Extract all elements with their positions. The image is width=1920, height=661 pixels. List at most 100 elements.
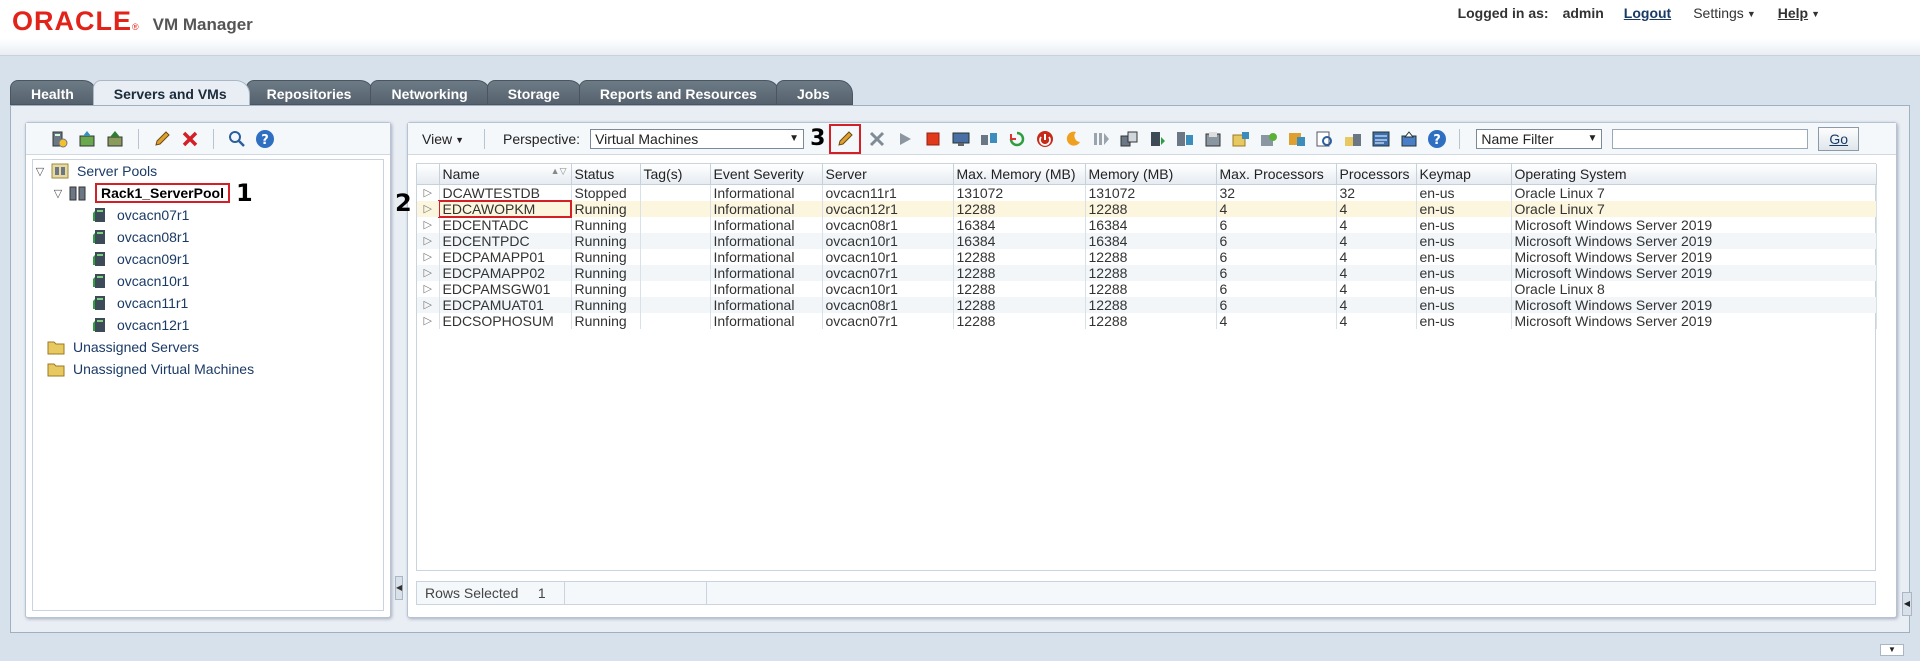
move-icon[interactable] (1145, 127, 1169, 151)
chevron-down-icon[interactable]: ▼ (1880, 644, 1904, 656)
send-message-icon[interactable] (1397, 127, 1421, 151)
create-server-pool-icon[interactable] (76, 128, 98, 150)
column-header-tags[interactable]: Tag(s) (640, 164, 711, 185)
collapse-toggle-icon[interactable]: ▽ (51, 187, 65, 200)
tab-jobs[interactable]: Jobs (775, 80, 853, 105)
tab-repositories[interactable]: Repositories (245, 80, 375, 105)
table-row[interactable]: ▷ EDCPAMAPP02 Running Informational ovcacn07… (417, 264, 1877, 281)
table-row[interactable]: ▷ EDCENTADC Running Informational ovcacn08r1… (417, 216, 1877, 233)
app-header: ORACLE ® VM Manager Logged in as: admin … (0, 0, 1920, 56)
table-row[interactable]: ▷ EDCPAMUAT01 Running Informational ovcacn08… (417, 296, 1877, 313)
search-icon[interactable] (226, 128, 248, 150)
main-tabs: Health Servers and VMs Repositories Netw… (10, 80, 853, 105)
settings-menu[interactable]: Settings ▼ (1693, 5, 1756, 21)
table-cell: Oracle Linux 8 (1511, 280, 1877, 297)
table-cell: 131072 (1085, 184, 1217, 201)
edit-icon[interactable] (151, 128, 173, 150)
tree-node-server[interactable]: ovcacn10r1 (33, 270, 383, 292)
column-header-name[interactable]: Name ▲▽ (439, 164, 572, 185)
kill-icon[interactable] (1033, 127, 1057, 151)
filter-type-select[interactable]: Name Filter ▼ (1476, 128, 1603, 149)
tree-node-server[interactable]: ovcacn12r1 (33, 314, 383, 336)
tree-node-unassigned-vms[interactable]: Unassigned Virtual Machines (33, 358, 383, 380)
expand-row-icon[interactable]: ▷ (417, 296, 440, 313)
sort-icon[interactable]: ▲▽ (551, 166, 571, 177)
go-button[interactable]: Go (1818, 126, 1860, 151)
upgrade-icon[interactable] (104, 128, 126, 150)
delete-vm-icon[interactable] (865, 127, 889, 151)
table-row[interactable]: ▷ EDCSOPHOSUM Running Informational ovcacn07… (417, 312, 1877, 329)
expand-row-icon[interactable]: ▷ (417, 232, 440, 249)
tab-health[interactable]: Health (10, 80, 97, 105)
clone-icon[interactable] (1117, 127, 1141, 151)
expand-row-icon[interactable]: ▷ (417, 248, 440, 265)
tree-node-server-pool[interactable]: ▽ Rack1_ServerPool 1 (33, 179, 383, 207)
tab-servers-and-vms[interactable]: Servers and VMs (92, 80, 250, 105)
group-icon[interactable] (1341, 127, 1365, 151)
logo-brand: ORACLE (12, 6, 132, 36)
vnic-icon[interactable] (1257, 127, 1281, 151)
tree-node-server[interactable]: ovcacn11r1 (33, 292, 383, 314)
suspend-icon[interactable] (1061, 127, 1085, 151)
help-icon[interactable]: ? (1425, 127, 1449, 151)
table-row[interactable]: ▷ EDCPAMSGW01 Running Informational ovcacn10… (417, 280, 1877, 297)
tree-node-server[interactable]: ovcacn07r1 (33, 204, 383, 226)
table-row[interactable]: ▷ EDCENTPDC Running Informational ovcacn10r1… (417, 232, 1877, 249)
column-header-memory[interactable]: Memory (MB) (1085, 164, 1217, 185)
expand-row-icon[interactable]: ▷ (417, 216, 440, 233)
expand-row-icon[interactable]: ▷ (417, 280, 440, 297)
column-header-server[interactable]: Server (822, 164, 954, 185)
tab-networking[interactable]: Networking (370, 80, 491, 105)
tab-storage[interactable]: Storage (486, 80, 583, 105)
export-icon[interactable] (1201, 127, 1225, 151)
name-filter-input[interactable] (1612, 128, 1809, 149)
table-cell: 4 (1336, 312, 1417, 329)
view-menu[interactable]: View ▼ (422, 131, 474, 147)
column-header-status[interactable]: Status (571, 164, 641, 185)
migrate-icon[interactable] (977, 127, 1001, 151)
template-icon[interactable] (1173, 127, 1197, 151)
console-icon[interactable] (949, 127, 973, 151)
discover-servers-icon[interactable] (48, 128, 70, 150)
logout-link[interactable]: Logout (1624, 5, 1671, 21)
disk-icon[interactable] (1285, 127, 1309, 151)
tree-node-server[interactable]: ovcacn08r1 (33, 226, 383, 248)
column-header-operating-system[interactable]: Operating System (1511, 164, 1877, 185)
tree-node-server[interactable]: ovcacn09r1 (33, 248, 383, 270)
server-pool-label[interactable]: Rack1_ServerPool (95, 183, 230, 203)
expand-row-icon[interactable]: ▷ 2 (395, 191, 440, 217)
column-header-processors[interactable]: Processors (1336, 164, 1417, 185)
table-header-row: Name ▲▽ Status Tag(s) Event Severity Serv… (417, 164, 1877, 185)
start-icon[interactable] (893, 127, 917, 151)
tree-label: Unassigned Virtual Machines (73, 361, 255, 377)
tab-reports-and-resources[interactable]: Reports and Resources (578, 80, 780, 105)
tree-node-server-pools[interactable]: ▽ Server Pools (33, 160, 383, 182)
perspective-select[interactable]: Virtual Machines ▼ (590, 128, 805, 149)
server-icon (91, 207, 109, 223)
expand-row-icon[interactable]: ▷ (417, 264, 440, 281)
table-row[interactable]: ▷ 2 EDCAWOPKM Running Informational ovcacn12r… (395, 191, 1877, 218)
resume-icon[interactable] (1089, 127, 1113, 151)
collapse-panel-handle[interactable]: ◀ (1902, 592, 1912, 616)
delete-icon[interactable] (179, 128, 201, 150)
help-menu[interactable]: Help ▼ (1778, 5, 1820, 21)
restart-icon[interactable] (1005, 127, 1029, 151)
stop-icon[interactable] (921, 127, 945, 151)
help-icon[interactable]: ? (254, 128, 276, 150)
column-header-event-severity[interactable]: Event Severity (710, 164, 823, 185)
inspect-icon[interactable] (1313, 127, 1337, 151)
vm-panel: View▼ Perspective: Virtual Machines ▼ 3 (395, 122, 1897, 618)
tree-node-unassigned-servers[interactable]: Unassigned Servers (33, 336, 383, 358)
events-icon[interactable] (1369, 127, 1393, 151)
column-header-max-processors[interactable]: Max. Processors (1216, 164, 1337, 185)
collapse-panel-handle[interactable]: ◀ (395, 576, 403, 600)
expand-row-icon[interactable]: ▷ (417, 184, 440, 201)
table-row[interactable]: ▷ DCAWTESTDB Stopped Informational ovcacn11r… (417, 184, 1877, 201)
column-header-keymap[interactable]: Keymap (1416, 164, 1512, 185)
assembly-icon[interactable] (1229, 127, 1253, 151)
column-header-max-memory[interactable]: Max. Memory (MB) (953, 164, 1086, 185)
collapse-toggle-icon[interactable]: ▽ (33, 165, 47, 178)
edit-vm-icon[interactable] (829, 123, 862, 154)
expand-row-icon[interactable]: ▷ (417, 312, 440, 329)
table-row[interactable]: ▷ EDCPAMAPP01 Running Informational ovcacn10… (417, 248, 1877, 265)
